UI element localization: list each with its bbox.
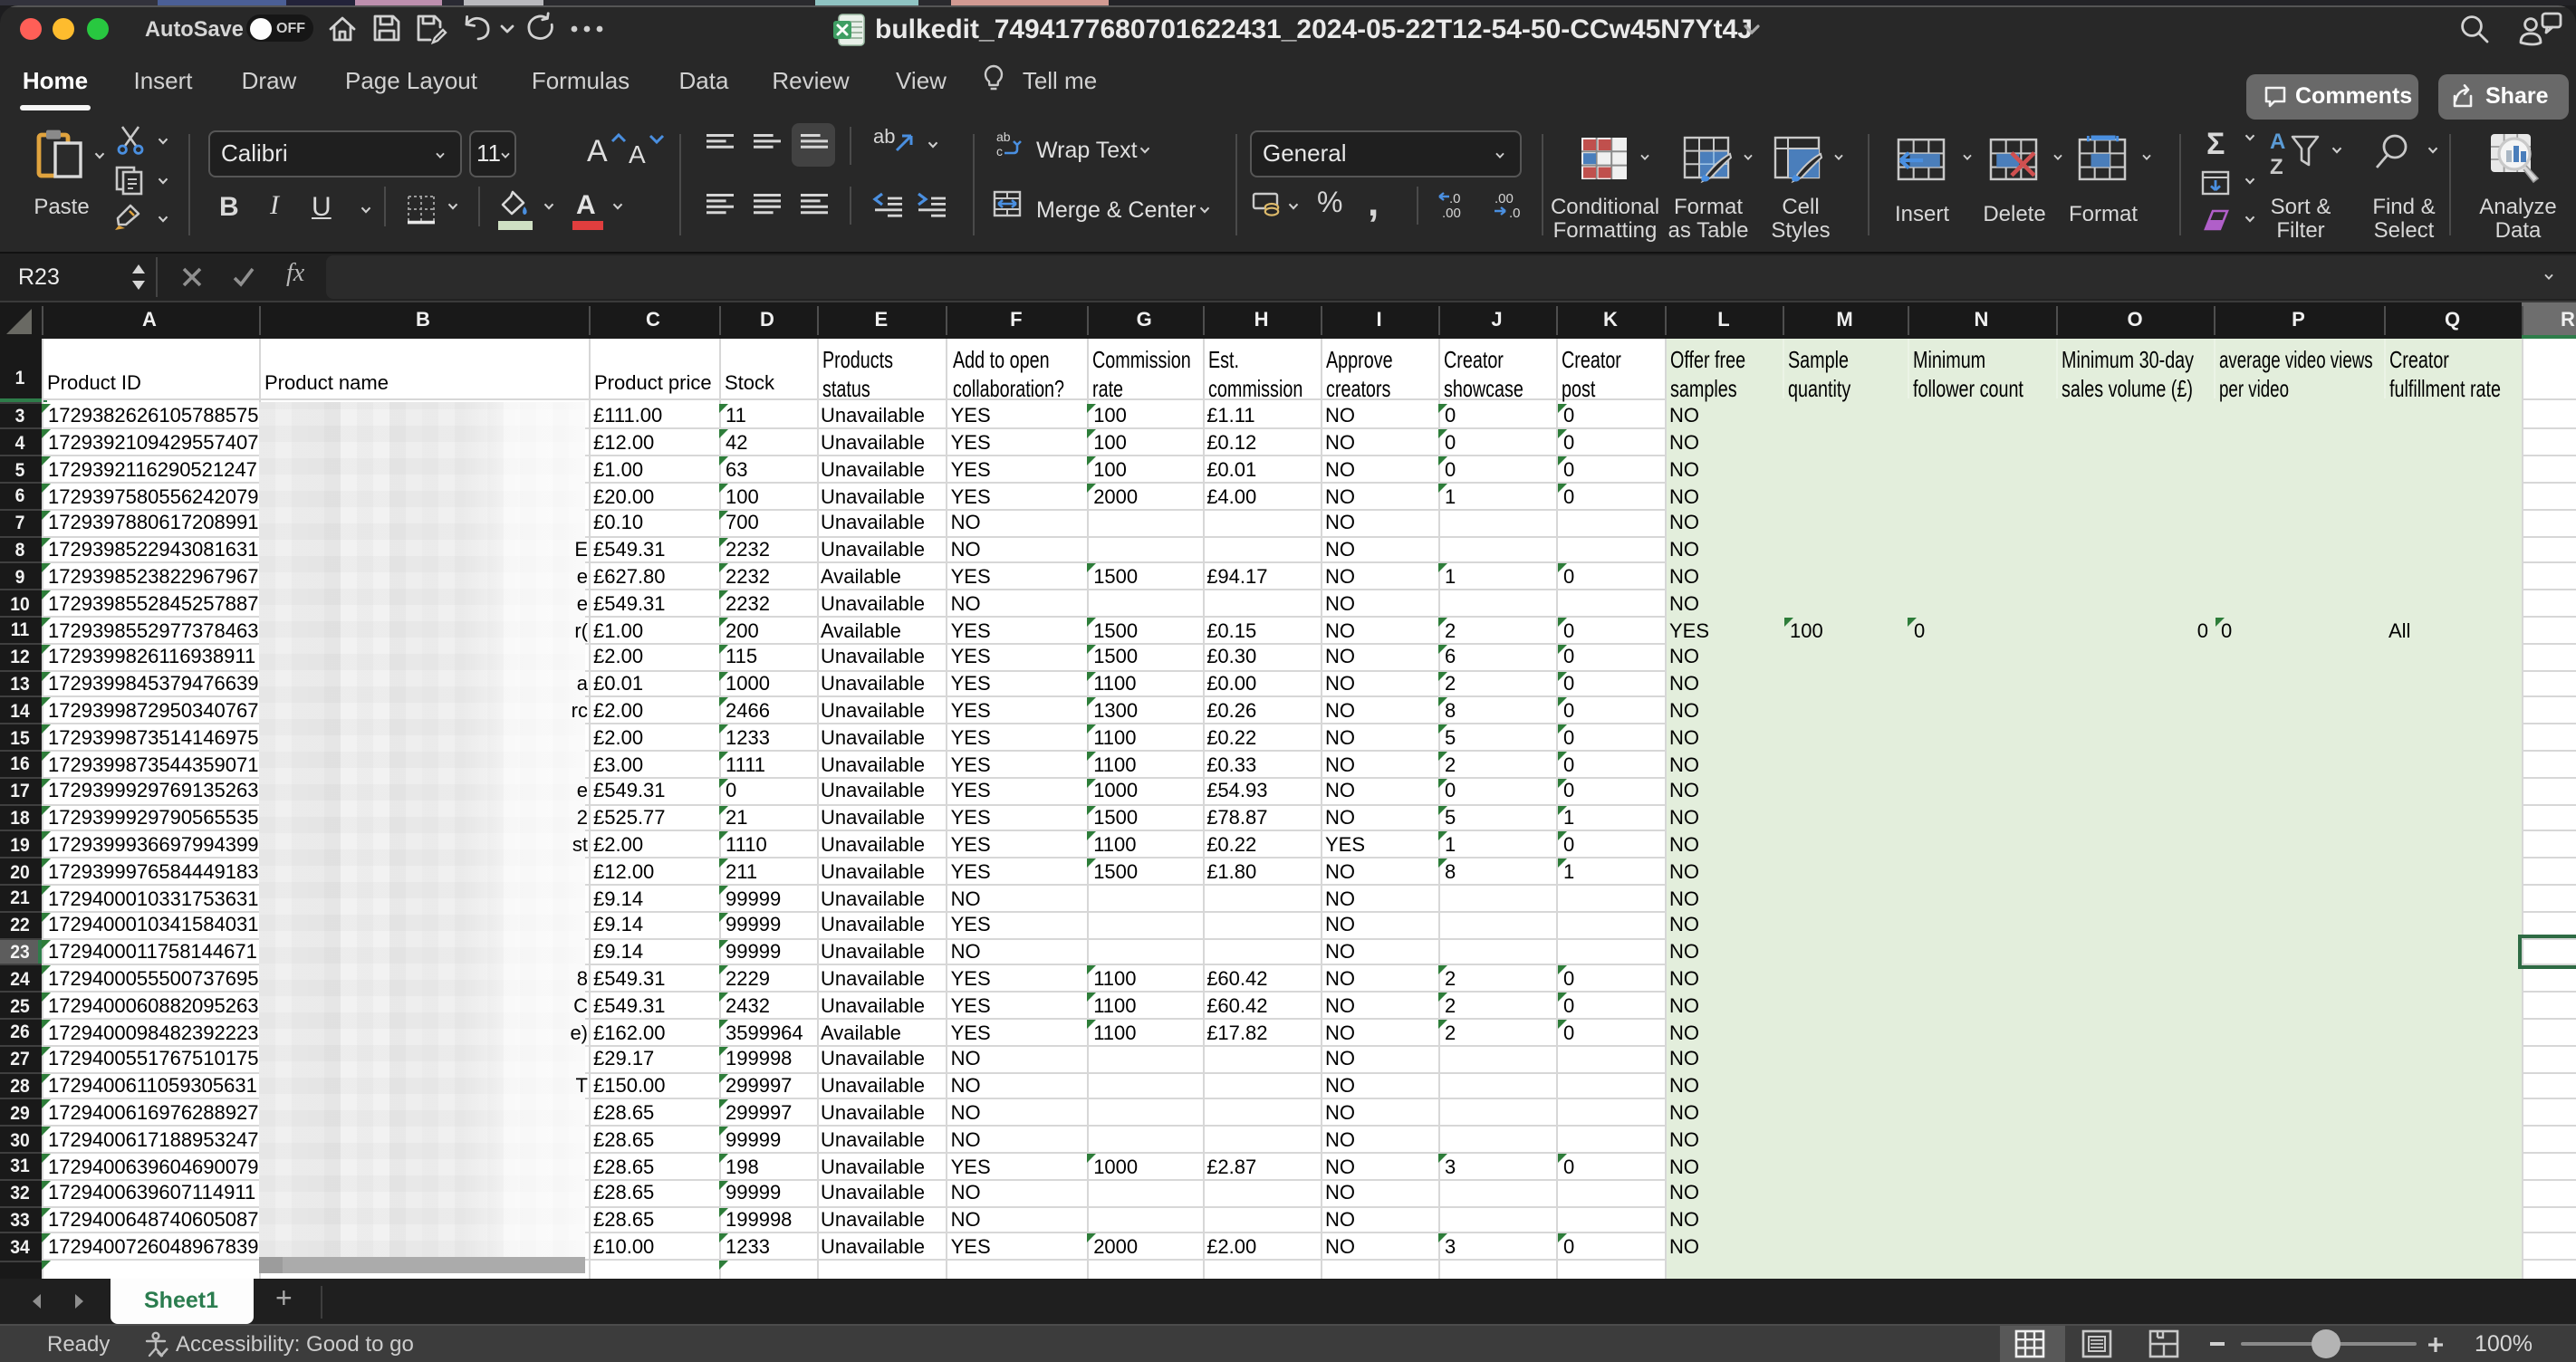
svg-text:ab: ab [996,129,1011,144]
svg-text:.0: .0 [1509,206,1521,221]
svg-text:.00: .00 [1442,206,1461,221]
svg-text:.0: .0 [1449,191,1461,206]
svg-text:.00: .00 [1495,191,1514,206]
svg-text:c: c [996,144,1003,158]
